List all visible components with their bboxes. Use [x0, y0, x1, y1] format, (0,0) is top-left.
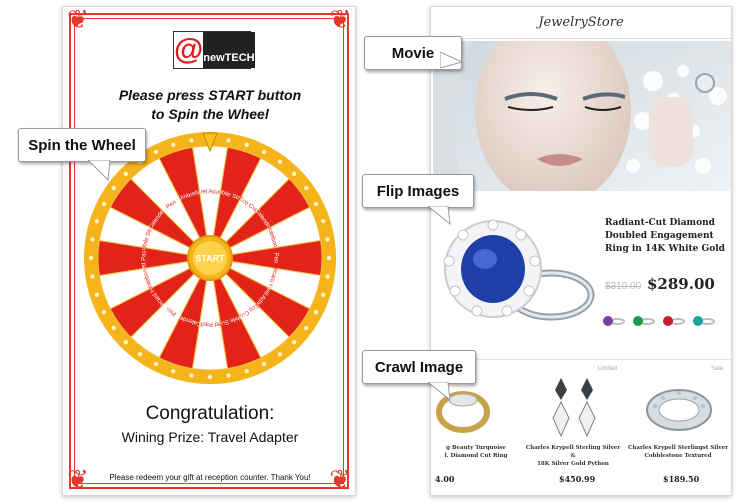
- rim-light-dot: [123, 171, 129, 177]
- rim-light-dot: [320, 219, 326, 224]
- rim-light-dot: [101, 201, 107, 207]
- start-button[interactable]: START: [187, 235, 233, 281]
- gem-icon: [603, 316, 613, 326]
- logo-wordmark: newTECH: [203, 32, 255, 68]
- rim-light-dot: [226, 138, 231, 143]
- crawl-item-price: 4.00: [435, 474, 455, 484]
- callout-tail-icon: [87, 160, 111, 182]
- crawl-item-price: $189.50: [663, 474, 700, 484]
- congratulation-heading: Congratulation:: [145, 403, 275, 424]
- callout-spin-the-wheel: Spin the Wheel: [18, 128, 146, 162]
- crawl-item-tag: Limited: [597, 366, 617, 372]
- winning-prize-text: Wining Prize: Travel Adapter: [121, 429, 299, 445]
- crawl-item-name: Charles Krypell Sterlingst Silver Cobble…: [628, 445, 728, 459]
- rim-light-dot: [291, 339, 297, 345]
- rim-light-dot: [291, 171, 297, 177]
- jewelry-store-screen: JewelryStore Radiant-Cut Diamond Doubled…: [430, 6, 732, 496]
- rim-light-dot: [226, 373, 231, 378]
- crawl-item[interactable]: Limited Charles Krypell Sterling Silver …: [523, 360, 623, 496]
- crawl-item-name: Charles Krypell Sterling Silver & 18K Si…: [525, 445, 621, 467]
- rim-light-dot: [325, 237, 330, 242]
- corner-scroll-icon: ❦: [329, 5, 351, 35]
- sapphire-ring-image[interactable]: [431, 203, 601, 337]
- rim-light-dot: [90, 274, 95, 279]
- start-label: START: [195, 253, 225, 263]
- rim-light-dot: [137, 352, 143, 357]
- product-old-price: $310.00: [605, 281, 642, 292]
- gem-icon: [663, 316, 673, 326]
- crawl-image-strip: g Beauty Turquoise l. Diamond Cut Ring 4…: [431, 359, 731, 497]
- rim-light-dot: [244, 368, 249, 374]
- rim-light-dot: [304, 185, 309, 191]
- rim-light-dot: [111, 325, 116, 331]
- rim-light-dot: [94, 292, 100, 297]
- rim-light-dot: [153, 361, 159, 367]
- rim-light-dot: [101, 309, 107, 315]
- product-price: $289.00: [647, 275, 715, 293]
- rim-light-dot: [325, 274, 330, 279]
- rim-light-dot: [261, 361, 267, 367]
- rim-light-dot: [277, 159, 283, 164]
- stage: ❦ ❦ ❦ ❦ @ newTECH Please press START but…: [0, 0, 736, 502]
- newtech-logo: @ newTECH: [173, 31, 255, 69]
- callout-flip-images: Flip Images: [362, 174, 474, 208]
- rim-light-dot: [304, 325, 309, 331]
- wheel-kiosk-screen: ❦ ❦ ❦ ❦ @ newTECH Please press START but…: [62, 6, 356, 496]
- crawl-item-tag: Sale: [710, 366, 723, 372]
- corner-scroll-icon: ❦: [67, 5, 89, 35]
- rim-light-dot: [320, 292, 326, 297]
- flip-image-product: Radiant-Cut Diamond Doubled Engagement R…: [431, 197, 731, 347]
- rim-light-dot: [94, 219, 100, 224]
- ring-color-swatch[interactable]: [693, 315, 715, 327]
- crawl-item-name: g Beauty Turquoise l. Diamond Cut Ring: [444, 445, 508, 459]
- callout-tail-icon: [440, 51, 464, 69]
- ring-color-swatch[interactable]: [663, 315, 685, 327]
- rim-light-dot: [244, 142, 249, 148]
- instruction-line-2: to Spin the Wheel: [151, 106, 269, 122]
- ring-color-swatch[interactable]: [633, 315, 655, 327]
- rim-light-dot: [90, 237, 95, 242]
- rim-light-dot: [207, 374, 213, 380]
- rim-light-dot: [153, 149, 159, 155]
- rim-light-dot: [171, 368, 176, 374]
- rim-light-dot: [277, 352, 283, 357]
- rim-light-dot: [111, 185, 116, 191]
- store-header: JewelryStore: [431, 7, 731, 39]
- rim-light-dot: [313, 201, 319, 207]
- logo-at-sign: @: [174, 32, 204, 68]
- instruction-line-1: Please press START button: [118, 87, 302, 103]
- ring-color-swatch[interactable]: [603, 315, 625, 327]
- prize-wheel[interactable]: Travel AdapterMobile StandEco CupCalende…: [83, 131, 337, 385]
- color-swatches: [603, 315, 715, 327]
- rim-light-dot: [123, 339, 129, 345]
- earrings-image: [552, 378, 596, 438]
- crawl-item-price: $450.99: [559, 474, 596, 484]
- rim-light-dot: [326, 255, 332, 261]
- gem-icon: [633, 316, 643, 326]
- rim-light-dot: [261, 149, 267, 155]
- rim-light-dot: [171, 142, 176, 148]
- rim-light-dot: [189, 373, 194, 378]
- callout-tail-icon: [428, 382, 451, 402]
- silver-ring-image: [646, 389, 712, 431]
- product-title: Radiant-Cut Diamond Doubled Engagement R…: [605, 218, 725, 254]
- callout-crawl-image: Crawl Image: [362, 350, 476, 384]
- rim-light-dot: [88, 255, 94, 261]
- rim-light-dot: [313, 309, 319, 315]
- rim-light-dot: [189, 138, 194, 143]
- movie-banner-model-image[interactable]: [433, 41, 731, 191]
- crawl-item[interactable]: Sale Charles Krypell Sterlingst Silver C…: [627, 360, 729, 496]
- callout-tail-icon: [428, 206, 451, 226]
- redeem-notice: Please redeem your gift at reception cou…: [109, 473, 311, 482]
- gem-icon: [693, 316, 703, 326]
